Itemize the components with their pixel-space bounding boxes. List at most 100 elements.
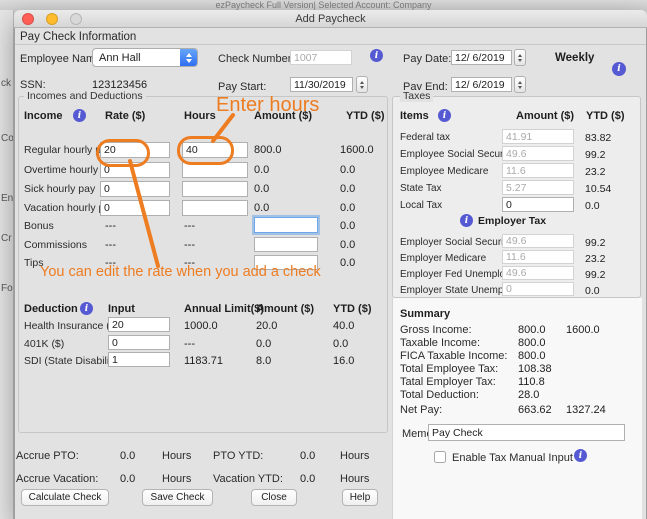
tax-items-info-icon[interactable]: i — [438, 109, 451, 122]
federal-tax-input[interactable] — [502, 129, 574, 144]
input-col-header: Input — [108, 303, 135, 315]
deduction-annual-value: 1183.71 — [184, 355, 223, 367]
vacation-hours-input[interactable] — [182, 200, 248, 216]
employee-medicare-input[interactable] — [502, 163, 574, 178]
summary-value: 800.0 — [518, 350, 546, 362]
enable-tax-manual-info-icon[interactable]: i — [574, 449, 587, 462]
income-ytd-value: 0.0 — [340, 164, 355, 176]
rate-dash: --- — [105, 239, 116, 251]
vacation-ytd-label: Vacation YTD: — [213, 473, 283, 485]
pay-start-stepper[interactable] — [356, 76, 368, 93]
income-ytd-value: 0.0 — [340, 202, 355, 214]
pay-date-label: Pay Date: — [403, 53, 451, 65]
income-amount-value: 0.0 — [254, 183, 269, 195]
tax-row-label: Employee Medicare — [400, 166, 488, 177]
income-row-label: Sick hourly pay — [24, 183, 95, 195]
employer-ss-input[interactable] — [502, 234, 574, 248]
deduction-annual-value: --- — [184, 338, 195, 350]
enable-tax-manual-checkbox[interactable] — [434, 451, 446, 463]
incomes-deductions-box-label: Incomes and Deductions — [24, 90, 146, 102]
hours-dash: --- — [184, 220, 195, 232]
summary-value: 800.0 — [518, 324, 546, 336]
employer-fed-unemployment-input[interactable] — [502, 266, 574, 280]
401k-input[interactable] — [108, 335, 170, 350]
deduction-row-label: SDI (State Disability) — [24, 355, 121, 367]
deduction-amount-value: 0.0 — [256, 338, 271, 350]
background-text-fragment: ck — [1, 78, 11, 89]
dropdown-arrows-icon — [180, 49, 197, 66]
pay-date-stepper[interactable] — [514, 49, 526, 66]
background-text-fragment: En — [1, 193, 13, 204]
employer-tax-info-icon[interactable]: i — [460, 214, 473, 227]
employer-tax-ytd-value: 99.2 — [585, 237, 605, 249]
deduction-amount-value: 20.0 — [256, 320, 277, 332]
tax-ytd-value: 99.2 — [585, 149, 605, 161]
summary-ytd-value: 1600.0 — [566, 324, 600, 336]
sick-hours-input[interactable] — [182, 181, 248, 197]
deduction-ytd-col-header: YTD ($) — [333, 303, 372, 315]
rate-highlight-circle — [96, 139, 150, 167]
check-number-info-icon[interactable]: i — [370, 49, 383, 62]
sdi-input[interactable] — [108, 352, 170, 367]
summary-value: 110.8 — [518, 376, 545, 388]
local-tax-input[interactable] — [502, 197, 574, 212]
income-amount-value: 0.0 — [254, 202, 269, 214]
screen: ezPaycheck Full Version| Selected Accoun… — [0, 0, 647, 519]
pay-end-input[interactable] — [451, 77, 512, 92]
deduction-ytd-value: 0.0 — [333, 338, 348, 350]
edit-rate-annotation: You can edit the rate when you add a che… — [40, 264, 321, 280]
pay-date-input[interactable] — [451, 50, 512, 65]
pay-frequency-info-icon[interactable]: i — [612, 62, 626, 76]
state-tax-input[interactable] — [502, 180, 574, 195]
income-info-icon[interactable]: i — [73, 109, 86, 122]
tax-ytd-value: 10.54 — [585, 183, 611, 195]
bonus-amount-input[interactable] — [254, 217, 318, 233]
enter-hours-annotation: Enter hours — [216, 94, 319, 117]
pay-start-input[interactable] — [290, 77, 353, 92]
check-number-input[interactable] — [290, 50, 352, 65]
deduction-info-icon[interactable]: i — [80, 302, 93, 315]
rate-dash: --- — [105, 220, 116, 232]
pay-end-stepper[interactable] — [514, 76, 526, 93]
employer-tax-title: Employer Tax — [478, 215, 546, 227]
accrue-vacation-unit: Hours — [162, 473, 191, 485]
tax-ytd-value: 23.2 — [585, 166, 605, 178]
health-insurance-input[interactable] — [108, 317, 170, 332]
employee-name-select[interactable]: Ann Hall — [92, 48, 198, 67]
deduction-amount-value: 8.0 — [256, 355, 271, 367]
commissions-amount-input[interactable] — [254, 237, 318, 252]
employer-medicare-input[interactable] — [502, 250, 574, 264]
sick-rate-input[interactable] — [100, 181, 170, 197]
accrue-vacation-value: 0.0 — [120, 473, 135, 485]
background-text-fragment: Fo — [1, 283, 13, 294]
background-text-fragment: Cr — [1, 233, 12, 244]
accrue-vacation-label: Accrue Vacation: — [16, 473, 98, 485]
calculate-check-button[interactable]: Calculate Check — [21, 489, 109, 506]
tax-row-label: Local Tax — [400, 200, 442, 211]
close-button[interactable]: Close — [251, 489, 297, 506]
employer-state-unemployment-input[interactable] — [502, 282, 574, 296]
background-text-fragment: Co — [1, 133, 14, 144]
save-check-button[interactable]: Save Check — [142, 489, 213, 506]
help-button[interactable]: Help — [342, 489, 378, 506]
income-ytd-value: 0.0 — [340, 257, 355, 269]
tax-ytd-value: 83.82 — [585, 132, 611, 144]
summary-row-label: FICA Taxable Income: — [400, 350, 507, 362]
section-divider — [15, 44, 646, 45]
vacation-rate-input[interactable] — [100, 200, 170, 216]
vacation-ytd-unit: Hours — [340, 473, 369, 485]
enable-tax-manual-label: Enable Tax Manual Input — [452, 452, 573, 464]
tax-row-label: Federal tax — [400, 132, 450, 143]
employer-tax-ytd-value: 23.2 — [585, 253, 605, 265]
dialog-title: Add Paycheck — [14, 13, 647, 25]
summary-value: 663.62 — [518, 404, 552, 416]
deduction-col-header: Deduction — [24, 303, 78, 315]
employee-ss-input[interactable] — [502, 146, 574, 161]
income-ytd-value: 0.0 — [340, 220, 355, 232]
pay-frequency-badge: Weekly — [555, 52, 594, 64]
summary-value: 28.0 — [518, 389, 539, 401]
tax-ytd-value: 0.0 — [585, 200, 600, 212]
memo-input[interactable] — [428, 424, 625, 441]
vacation-ytd-value: 0.0 — [300, 473, 315, 485]
pto-ytd-label: PTO YTD: — [213, 450, 263, 462]
